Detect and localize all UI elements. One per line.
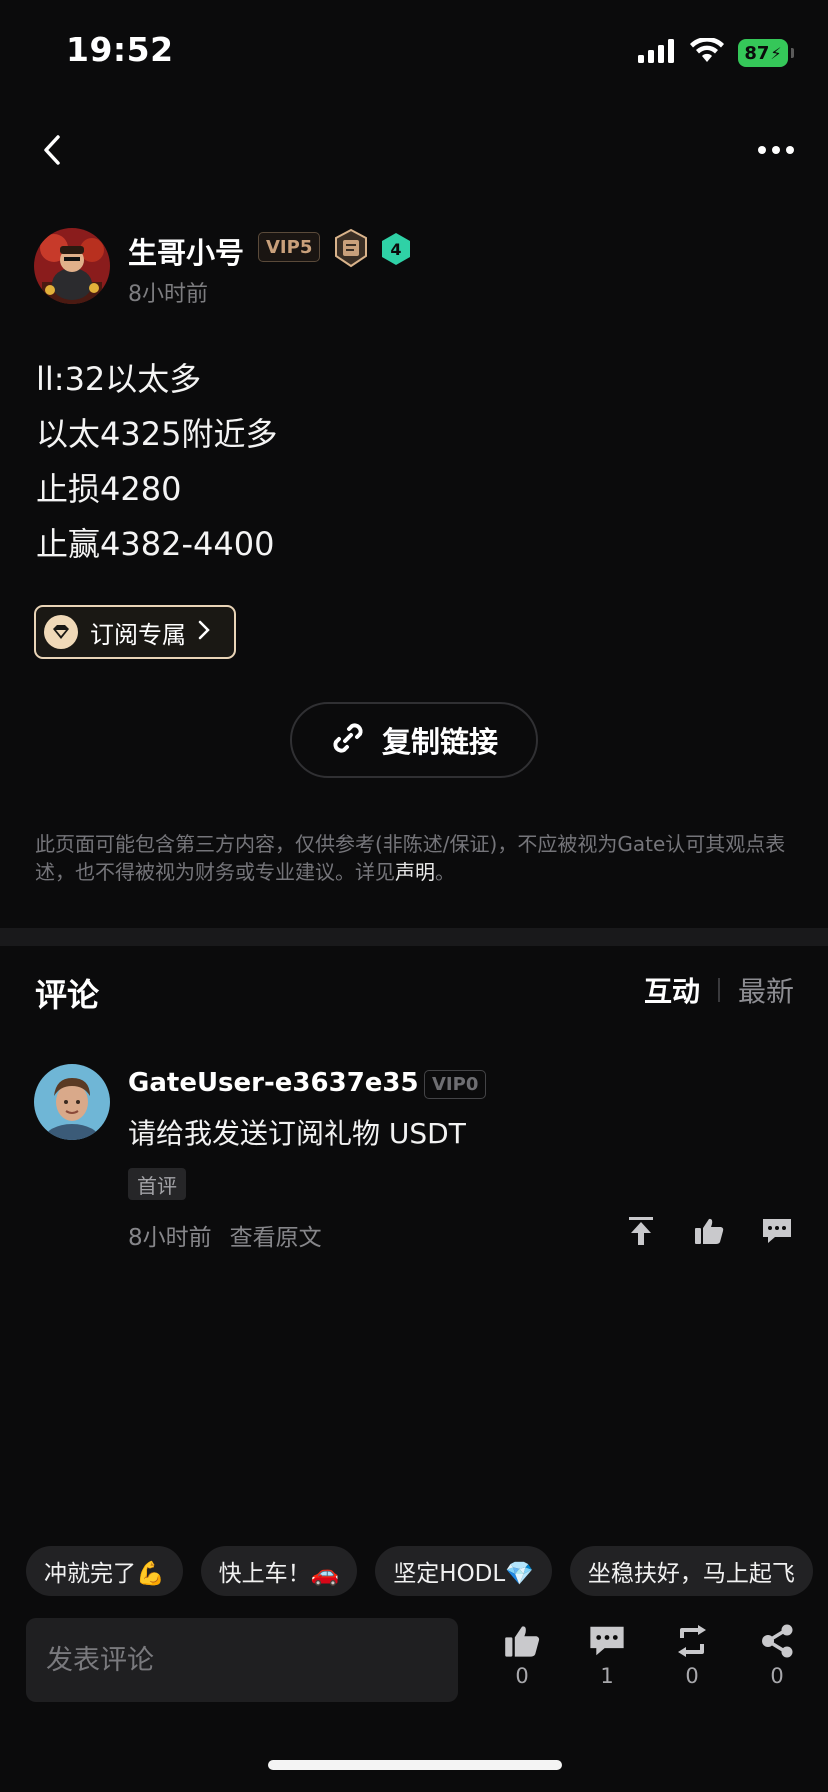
post-line: 止赢4382-4400 bbox=[36, 525, 275, 563]
comments-header: 评论 互动 最新 bbox=[0, 970, 828, 1014]
comment-text: 请给我发送订阅礼物 USDT bbox=[128, 1117, 466, 1150]
charging-bolt-icon: ⚡ bbox=[770, 43, 782, 63]
level-badge-icon: 4 bbox=[380, 232, 412, 270]
comment-like-button[interactable] bbox=[692, 1214, 726, 1248]
copy-link-label: 复制链接 bbox=[381, 725, 498, 759]
chat-bubble-icon bbox=[763, 1219, 791, 1243]
post-line: ll:32以太多 bbox=[36, 360, 202, 398]
tab-interactive[interactable]: 互动 bbox=[644, 970, 700, 1010]
repost-icon bbox=[678, 1625, 706, 1657]
like-button[interactable]: 0 bbox=[492, 1624, 552, 1688]
comment-button[interactable]: 1 bbox=[577, 1624, 637, 1688]
author-name[interactable]: 生哥小号 bbox=[128, 230, 244, 272]
copy-link-button[interactable]: 复制链接 bbox=[290, 702, 538, 778]
quick-reply-chip[interactable]: 坚定HODL💎 bbox=[375, 1546, 552, 1596]
share-count: 0 bbox=[770, 1664, 784, 1688]
author-avatar[interactable] bbox=[34, 228, 110, 304]
subscribe-exclusive-button[interactable]: 订阅专属 bbox=[34, 605, 236, 659]
diamond-icon bbox=[44, 615, 78, 649]
quick-reply-chips: 冲就完了💪 快上车！🚗 坚定HODL💎 坐稳扶好，马上起飞 bbox=[26, 1546, 828, 1596]
repost-button[interactable]: 0 bbox=[662, 1624, 722, 1688]
commenter-vip-badge: VIP0 bbox=[424, 1070, 487, 1099]
post-author: 生哥小号 VIP5 4 8小时前 bbox=[34, 228, 794, 308]
battery-level: 87 bbox=[744, 42, 770, 64]
section-divider bbox=[0, 928, 828, 946]
status-icons: 87 ⚡ bbox=[638, 36, 794, 68]
comments-title: 评论 bbox=[35, 976, 100, 1014]
author-vip-badge: VIP5 bbox=[258, 232, 321, 262]
post-line: 以太4325附近多 bbox=[36, 415, 278, 453]
comment-actions bbox=[624, 1214, 794, 1248]
comment-item: GateUser-e3637e35 VIP0 请给我发送订阅礼物 USDT 首评… bbox=[34, 1062, 794, 1262]
pin-to-top-icon bbox=[629, 1217, 653, 1245]
disclaimer-end: 。 bbox=[435, 860, 455, 884]
share-icon bbox=[762, 1624, 793, 1658]
status-bar: 19:52 87 ⚡ bbox=[0, 0, 828, 100]
share-button[interactable]: 0 bbox=[747, 1624, 807, 1688]
comment-input[interactable] bbox=[46, 1644, 458, 1676]
cellular-signal-icon bbox=[638, 39, 676, 67]
view-original-link[interactable]: 查看原文 bbox=[230, 1218, 322, 1252]
post-action-bar: 0 1 0 0 bbox=[480, 1624, 828, 1708]
level-number: 4 bbox=[390, 240, 401, 259]
chat-bubble-icon bbox=[590, 1626, 624, 1656]
comment-composer bbox=[26, 1618, 458, 1702]
first-comment-tag: 首评 bbox=[128, 1168, 186, 1200]
wifi-icon bbox=[690, 36, 724, 68]
pin-top-button[interactable] bbox=[624, 1214, 658, 1248]
comment-meta: 8小时前 查看原文 bbox=[128, 1218, 322, 1252]
status-time: 19:52 bbox=[66, 30, 174, 69]
disclaimer-statement-link[interactable]: 声明 bbox=[395, 860, 435, 884]
comment-sort-tabs: 互动 最新 bbox=[644, 970, 794, 1010]
tab-latest[interactable]: 最新 bbox=[738, 970, 794, 1010]
like-count: 0 bbox=[515, 1664, 529, 1688]
scroll-medal-icon bbox=[332, 228, 370, 272]
chevron-right-icon bbox=[198, 620, 210, 644]
commenter-name[interactable]: GateUser-e3637e35 bbox=[128, 1068, 419, 1098]
subscribe-label: 订阅专属 bbox=[90, 620, 186, 649]
comment-time: 8小时前 bbox=[128, 1225, 212, 1251]
more-dots-icon bbox=[758, 146, 794, 154]
link-icon bbox=[330, 720, 366, 760]
more-options-button[interactable] bbox=[748, 128, 804, 172]
back-button[interactable] bbox=[34, 128, 70, 172]
thumbs-up-icon bbox=[505, 1626, 540, 1657]
comment-count: 1 bbox=[600, 1664, 614, 1688]
post-content: ll:32以太多 以太4325附近多 止损4280 止赢4382-4400 bbox=[36, 352, 796, 572]
thumbs-up-icon bbox=[695, 1218, 724, 1244]
commenter-avatar[interactable] bbox=[34, 1064, 110, 1140]
home-indicator[interactable] bbox=[268, 1760, 562, 1770]
top-navigation bbox=[0, 120, 828, 180]
chevron-left-icon bbox=[44, 135, 60, 165]
tab-separator bbox=[717, 978, 720, 1002]
comment-reply-button[interactable] bbox=[760, 1214, 794, 1248]
quick-reply-chip[interactable]: 冲就完了💪 bbox=[26, 1546, 183, 1596]
quick-reply-chip[interactable]: 坐稳扶好，马上起飞 bbox=[569, 1546, 813, 1596]
disclaimer: 此页面可能包含第三方内容，仅供参考(非陈述/保证)，不应被视为Gate认可其观点… bbox=[35, 830, 795, 886]
repost-count: 0 bbox=[685, 1664, 699, 1688]
battery-indicator: 87 ⚡ bbox=[738, 39, 794, 67]
quick-reply-chip[interactable]: 快上车！🚗 bbox=[200, 1546, 358, 1596]
post-time: 8小时前 bbox=[128, 282, 208, 307]
post-line: 止损4280 bbox=[36, 470, 182, 508]
